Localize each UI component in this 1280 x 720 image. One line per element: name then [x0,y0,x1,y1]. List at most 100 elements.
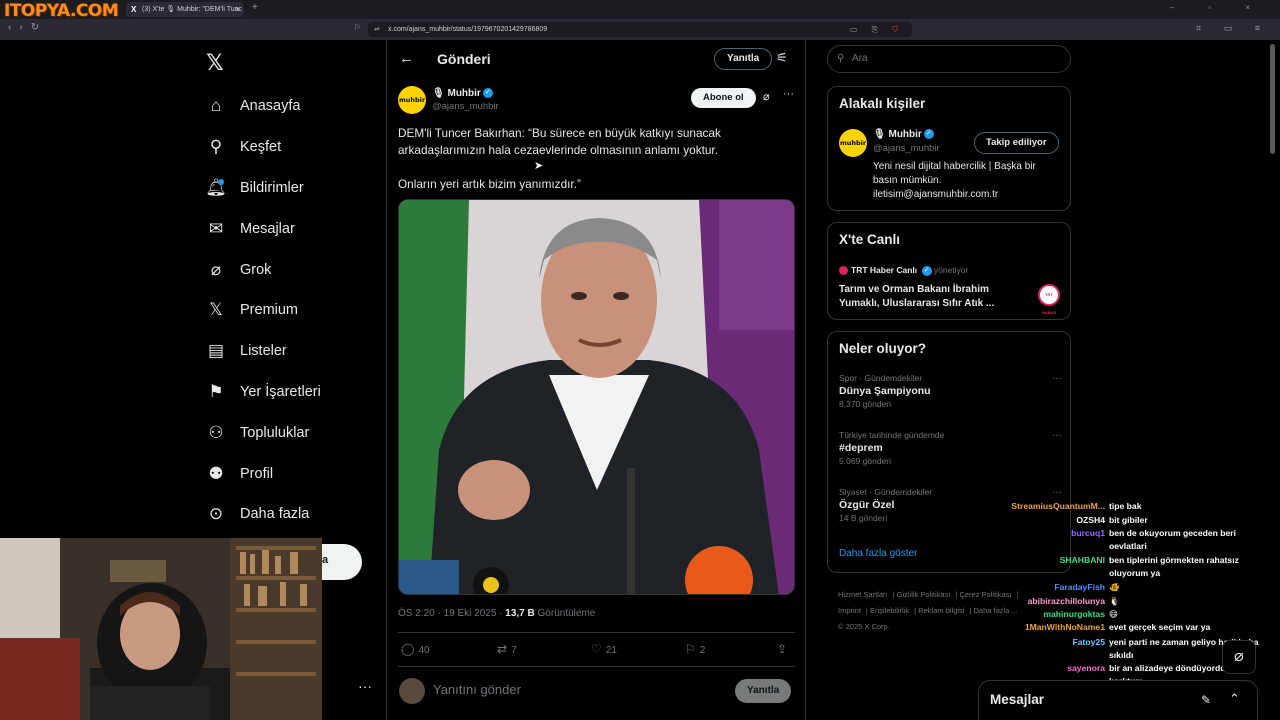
reply-header-button[interactable]: Yanıtla [714,48,773,70]
views-label: Görüntüleme [537,608,596,619]
bookmark-action[interactable]: ⚐ 2 [685,642,705,656]
reply-action[interactable]: ◯ 40 [401,642,430,656]
footer-link[interactable]: Hizmet Şartları [838,590,888,599]
show-more-link[interactable]: Daha fazla göster [839,548,917,559]
trend-item[interactable]: Türkiye tarihinde gündemde #deprem 5.069… [839,430,1064,466]
related-handle[interactable]: @ajans_muhbir [873,143,940,154]
footer-link[interactable]: Imprint [838,606,861,615]
related-name[interactable]: 🎙 Muhbir ✓ [873,129,934,140]
share-icon[interactable]: ⇪ [777,642,791,656]
address-bar-icons[interactable]: ▭ ⎘ ⛉ [850,22,904,37]
grok-explain-icon[interactable]: ⌀ [763,90,770,103]
sidebar-item-mesajlar[interactable]: ✉ Mesajlar [206,208,321,249]
verified-badge-icon: ✓ [921,265,932,276]
grok-float-button[interactable]: ⌀ [1222,640,1256,674]
tweet-photo[interactable] [398,199,795,595]
sidebar-item-bildirimler[interactable]: 🔔︎ Bildirimler [205,168,321,209]
notification-dot [218,178,224,185]
brave-shield-icon[interactable]: ⛉ [892,25,904,34]
browser-toolbar-right[interactable]: ⌗ ▭ ≡ [1196,23,1270,34]
chat-username: Fatoy25 [1072,637,1105,647]
footer-link[interactable]: Reklam bilgisi [918,606,964,615]
sidebar-item-listeler[interactable]: ▤ Listeler [206,331,321,372]
footer-link[interactable]: Gizlilik Politikası [897,590,951,599]
trend-more-icon[interactable]: ··· [1052,487,1062,498]
live-event-title[interactable]: Tarım ve Orman Bakanı İbrahim Yumaklı, U… [839,283,1019,311]
trend-category: Siyaset · Gündemdekiler [839,487,933,497]
related-avatar[interactable]: muhbir [839,129,867,157]
bookmark-page-icon[interactable]: ⚐ [354,23,361,32]
search-icon: ⚲ [209,137,223,157]
post-button[interactable]: a [322,544,362,580]
home-icon: ⌂ [210,96,222,116]
back-arrow-icon[interactable]: ← [399,50,414,67]
sidebar-item-anasayfa[interactable]: ⌂ Anasayfa [206,86,321,127]
trend-count: 8.370 gönderi [839,399,891,409]
site-info-icon[interactable]: ⇌ [374,22,380,37]
following-button[interactable]: Takip ediliyor [974,132,1059,154]
browser-tab-active[interactable]: X (3) X'te 🎙 Muhbir: "DEM'li Tunc × [126,2,244,17]
sidebar-item-keşfet[interactable]: ⚲ Keşfet [206,127,321,168]
live-host-role: yönetiyor [933,265,969,275]
tab-close-icon[interactable]: × [235,2,240,17]
reload-icon[interactable]: ↻ [31,22,47,33]
views-count: 13,7 B [505,608,535,619]
account-menu-dots-icon[interactable]: ··· [358,678,372,694]
address-bar[interactable]: ⇌ x.com/ajans_muhbir/status/197967020142… [368,22,912,37]
x-premium-icon: 𝕏 [209,300,223,320]
post-more-icon[interactable]: ··· [783,88,794,100]
like-action[interactable]: ♡ 21 [591,642,617,656]
author-avatar[interactable]: muhbir [398,86,426,114]
trend-item[interactable]: Spor · Gündemdekiler Dünya Şampiyonu 8.3… [839,373,1064,409]
expand-up-icon[interactable]: ⌃ [1229,691,1240,707]
trend-category: Spor · Gündemdekiler [839,373,923,383]
related-bio: Yeni nesil dijital habercilik | Başka bi… [873,161,1036,200]
sidebar-item-label: Topluluklar [240,424,310,441]
chat-text: ben tiplerini görmekten rahatsız oluyoru… [1109,555,1239,578]
sidebar-item-premium[interactable]: 𝕏 Premium [206,290,321,331]
sidebar-item-daha-fazla[interactable]: ⊙ Daha fazla [206,494,321,535]
divider [398,632,795,633]
bookmark-icon: ⚑ [208,381,224,401]
sidebar-item-grok[interactable]: ⌀ Grok [206,249,321,290]
trend-category: Türkiye tarihinde gündemde [839,430,945,440]
sidebar-item-topluluklar[interactable]: ⚇ Topluluklar [206,412,321,453]
browser-nav-buttons[interactable]: ‹›↻ [8,22,47,33]
live-title: X'te Canlı [839,232,900,247]
chat-username: abibirazchillolunya [1027,596,1105,606]
x-favicon-icon: X [131,5,137,14]
repost-action[interactable]: ⇄ 7 [497,642,517,656]
trend-name: #deprem [839,442,883,454]
window-controls[interactable]: – ▫ × [1170,3,1266,12]
new-message-icon[interactable]: ✎ [1201,693,1211,707]
user-avatar[interactable] [399,678,425,704]
subscribe-button[interactable]: Abone ol [691,88,756,108]
new-tab-button[interactable]: + [252,2,258,13]
chat-text: 😄 [1109,609,1118,619]
reply-input[interactable]: Yanıtını gönder [433,682,521,697]
bookmark-icon: ⚐ [685,642,696,656]
x-logo-icon[interactable]: 𝕏 [206,50,224,76]
chat-username: burcuq1 [1071,528,1105,538]
trend-more-icon[interactable]: ··· [1052,373,1062,384]
live-card[interactable]: X'te Canlı TRT Haber Canlı ✓ yönetiyor T… [827,222,1071,320]
back-nav-icon[interactable]: ‹ [8,22,19,33]
footer-link[interactable]: Erişilebilirlik [870,606,909,615]
forward-nav-icon[interactable]: › [19,22,30,33]
reply-submit-button[interactable]: Yanıtla [735,679,792,703]
post-detail-column: ← Gönderi Yanıtla ⚟ muhbir 🎙 Muhbir ✓ @aj… [386,40,806,720]
author-name[interactable]: 🎙 Muhbir ✓ [432,88,493,99]
post-timestamp[interactable]: ÖS 2:20 · 19 Eki 2025 · [398,608,505,619]
sliders-icon[interactable]: ⚟ [776,50,788,66]
sidebar-item-profil[interactable]: ⚉ Profil [206,453,321,494]
post-button-label: a [322,554,329,566]
sidebar-item-label: Premium [240,302,299,319]
chat-username: OZSH4 [1076,515,1105,525]
mic-icon: 🎙 [432,88,445,99]
search-input[interactable]: ⚲ Ara [827,45,1071,73]
trend-more-icon[interactable]: ··· [1052,430,1062,441]
sidebar-item-yer-i-şaretleri[interactable]: ⚑ Yer İşaretleri [206,372,321,413]
messages-drawer[interactable]: Mesajlar ✎ ⌃ [978,680,1258,720]
page-scrollbar[interactable] [1270,44,1275,154]
author-handle[interactable]: @ajans_muhbir [432,101,499,112]
